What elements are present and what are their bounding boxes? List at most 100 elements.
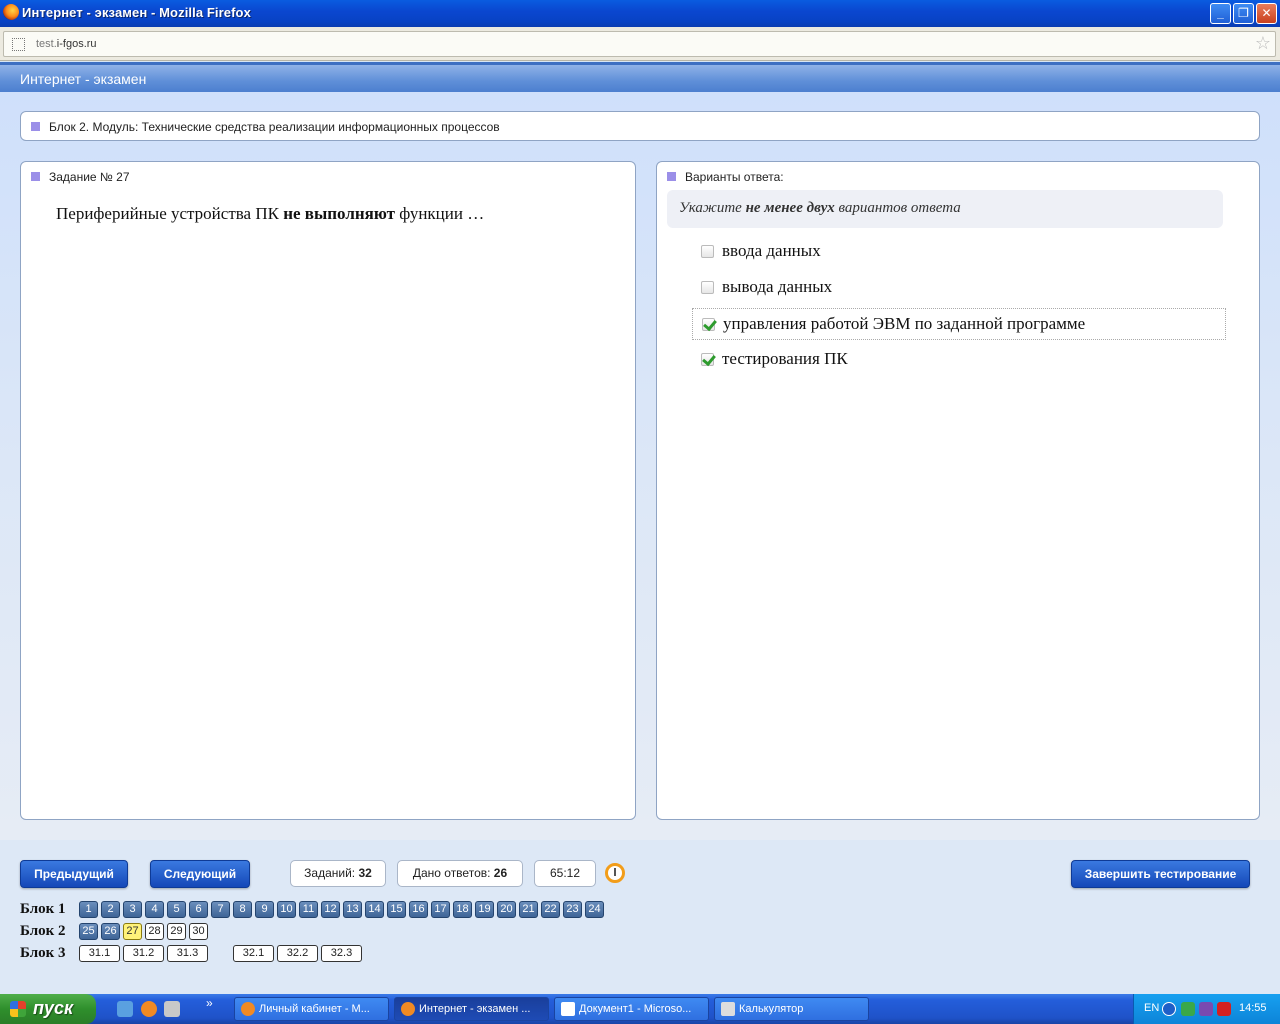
block-header-text: Блок 2. Модуль: Технические средства реа…: [49, 120, 500, 134]
task-nav-button[interactable]: 10: [277, 901, 296, 918]
answer-checkbox[interactable]: [701, 281, 714, 294]
show-hidden-icons-icon[interactable]: [1162, 1002, 1176, 1016]
previous-button[interactable]: Предыдущий: [20, 860, 128, 888]
url-field[interactable]: test.i-fgos.ru ☆: [3, 31, 1276, 57]
window-titlebar: Интернет - экзамен - Mozilla Firefox _ ❐…: [0, 0, 1280, 27]
tray-app-icon[interactable]: [1199, 1002, 1213, 1016]
start-button[interactable]: пуск: [0, 994, 96, 1024]
bookmark-star-icon[interactable]: ☆: [1255, 33, 1271, 54]
ie-quicklaunch-icon[interactable]: [117, 1001, 133, 1017]
next-button[interactable]: Следующий: [150, 860, 250, 888]
timer: 65:12: [534, 860, 596, 887]
firefox-icon: [241, 1002, 255, 1016]
system-tray: EN 14:55: [1133, 994, 1280, 1024]
task-nav-button[interactable]: 5: [167, 901, 186, 918]
task-nav-button[interactable]: 8: [233, 901, 252, 918]
task-nav-button[interactable]: 19: [475, 901, 494, 918]
calculator-icon: [721, 1002, 735, 1016]
answer-option[interactable]: вывода данных: [692, 272, 1226, 304]
task-nav-button[interactable]: 26: [101, 923, 120, 940]
close-button[interactable]: ✕: [1256, 3, 1277, 24]
task-nav-button[interactable]: 31.1: [79, 945, 120, 962]
task-nav-button[interactable]: 23: [563, 901, 582, 918]
task-nav-button[interactable]: 32.2: [277, 945, 318, 962]
minimize-button[interactable]: _: [1210, 3, 1231, 24]
address-bar-area: test.i-fgos.ru ☆: [0, 27, 1280, 61]
answer-label[interactable]: управления работой ЭВМ по заданной прогр…: [723, 314, 1085, 334]
answer-label[interactable]: ввода данных: [722, 241, 821, 261]
firefox-quicklaunch-icon[interactable]: [141, 1001, 157, 1017]
maximize-button[interactable]: ❐: [1233, 3, 1254, 24]
taskbar: пуск » Личный кабинет - М... Интернет - …: [0, 994, 1280, 1024]
word-icon: [561, 1002, 575, 1016]
taskbar-item[interactable]: Калькулятор: [714, 997, 869, 1021]
square-marker-icon: [31, 172, 40, 181]
task-nav-button[interactable]: 24: [585, 901, 604, 918]
block1-label: Блок 1: [20, 901, 66, 917]
answer-checkbox[interactable]: [701, 245, 714, 258]
answer-hint: Укажите не менее двух вариантов ответа: [667, 190, 1223, 228]
answer-label[interactable]: тестирования ПК: [722, 349, 848, 369]
firefox-icon: [3, 4, 19, 20]
square-marker-icon: [667, 172, 676, 181]
firefox-icon: [401, 1002, 415, 1016]
task-nav-button[interactable]: 15: [387, 901, 406, 918]
finish-test-button[interactable]: Завершить тестирование: [1071, 860, 1250, 888]
answer-checkbox[interactable]: [702, 318, 715, 331]
task-nav-button[interactable]: 32.3: [321, 945, 362, 962]
task-nav-button[interactable]: 29: [167, 923, 186, 940]
network-icon[interactable]: [1181, 1002, 1195, 1016]
task-nav-button[interactable]: 4: [145, 901, 164, 918]
task-nav-button[interactable]: 16: [409, 901, 428, 918]
task-nav-button[interactable]: 3: [123, 901, 142, 918]
scanner-quicklaunch-icon[interactable]: [164, 1001, 180, 1017]
answer-label[interactable]: вывода данных: [722, 277, 832, 297]
task-nav-button[interactable]: 32.1: [233, 945, 274, 962]
bottom-controls: Предыдущий Следующий Заданий: 32 Дано от…: [0, 840, 1280, 994]
answer-option[interactable]: ввода данных: [692, 236, 1226, 268]
app-header: Интернет - экзамен: [0, 62, 1280, 92]
taskbar-item-active[interactable]: Интернет - экзамен ...: [394, 997, 549, 1021]
task-nav-button[interactable]: 13: [343, 901, 362, 918]
url-text: test.i-fgos.ru: [36, 38, 97, 50]
language-indicator[interactable]: EN: [1144, 1002, 1159, 1014]
answer-option[interactable]: управления работой ЭВМ по заданной прогр…: [692, 308, 1226, 340]
task-nav-button[interactable]: 6: [189, 901, 208, 918]
quicklaunch-more[interactable]: »: [206, 996, 213, 1010]
block-header: Блок 2. Модуль: Технические средства реа…: [20, 111, 1260, 141]
task-nav-button[interactable]: 27: [123, 923, 142, 940]
task-nav-button[interactable]: 21: [519, 901, 538, 918]
task-nav-button[interactable]: 20: [497, 901, 516, 918]
task-nav-button[interactable]: 30: [189, 923, 208, 940]
taskbar-item[interactable]: Документ1 - Microso...: [554, 997, 709, 1021]
antivirus-icon[interactable]: [1217, 1002, 1231, 1016]
task-nav-button[interactable]: 28: [145, 923, 164, 940]
answers-header: Варианты ответа:: [685, 170, 784, 184]
task-nav-button[interactable]: 17: [431, 901, 450, 918]
task-nav-button[interactable]: 31.3: [167, 945, 208, 962]
task-nav-button[interactable]: 7: [211, 901, 230, 918]
task-nav-button[interactable]: 31.2: [123, 945, 164, 962]
window-title: Интернет - экзамен - Mozilla Firefox: [22, 5, 251, 20]
task-nav-button[interactable]: 14: [365, 901, 384, 918]
question-panel: Задание № 27 Периферийные устройства ПК …: [20, 161, 636, 820]
task-nav-button[interactable]: 1: [79, 901, 98, 918]
clock-time: 14:55: [1239, 1002, 1267, 1014]
block2-label: Блок 2: [20, 923, 66, 939]
answers-panel: Варианты ответа: Укажите не менее двух в…: [656, 161, 1260, 820]
answer-option[interactable]: тестирования ПК: [692, 344, 1226, 376]
content-area: Блок 2. Модуль: Технические средства реа…: [0, 92, 1280, 840]
taskbar-item[interactable]: Личный кабинет - М...: [234, 997, 389, 1021]
alarm-clock-icon: [604, 860, 626, 884]
site-identity-icon[interactable]: [12, 38, 25, 51]
question-text: Периферийные устройства ПК не выполняют …: [56, 204, 485, 223]
task-nav-button[interactable]: 9: [255, 901, 274, 918]
task-nav-button[interactable]: 2: [101, 901, 120, 918]
answered-count-box: Дано ответов: 26: [397, 860, 523, 887]
answer-checkbox[interactable]: [701, 353, 714, 366]
task-nav-button[interactable]: 25: [79, 923, 98, 940]
task-nav-button[interactable]: 22: [541, 901, 560, 918]
task-nav-button[interactable]: 12: [321, 901, 340, 918]
task-nav-button[interactable]: 18: [453, 901, 472, 918]
task-nav-button[interactable]: 11: [299, 901, 318, 918]
